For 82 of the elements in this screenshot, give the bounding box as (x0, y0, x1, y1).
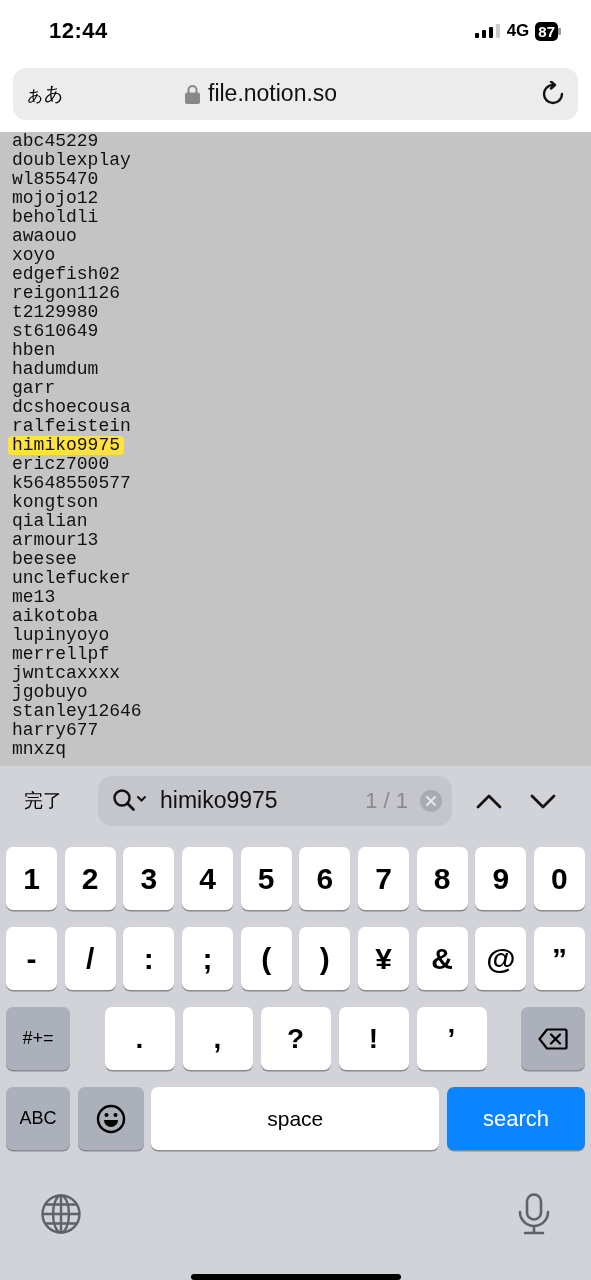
globe-icon[interactable] (40, 1193, 82, 1235)
key[interactable]: ? (260, 1007, 331, 1070)
text-line: armour13 (11, 530, 100, 550)
smiley-icon (95, 1103, 126, 1134)
text-line: edgefish02 (11, 264, 122, 284)
text-line: merrellpf (11, 644, 111, 664)
key[interactable]: 9 (475, 847, 527, 910)
text-line: st610649 (11, 321, 100, 341)
text-line: xoyo (11, 245, 57, 265)
key[interactable]: @ (475, 927, 527, 990)
text-line: ericz7000 (11, 454, 111, 474)
mode-key[interactable]: #+= (6, 1007, 70, 1070)
key[interactable]: ; (181, 927, 234, 990)
battery-level: 87 (535, 21, 558, 41)
text-line: wl855470 (11, 169, 99, 189)
text-line: beholdli (11, 207, 100, 227)
key[interactable]: ’ (416, 1007, 487, 1070)
text-line: stanley12646 (11, 701, 143, 721)
key[interactable]: . (104, 1007, 175, 1070)
text-line: mnxzq (11, 739, 66, 759)
text-line: kongtson (11, 492, 100, 512)
match-count: 1 / 1 (365, 787, 408, 814)
text-line: reigon1126 (11, 283, 122, 303)
text-line: garr (11, 378, 57, 398)
key[interactable]: 0 (533, 847, 585, 910)
key[interactable]: ( (240, 927, 292, 990)
space-key[interactable]: space (151, 1087, 440, 1150)
network-label: 4G (506, 21, 530, 42)
text-line: me13 (11, 587, 57, 607)
text-line: awaouo (11, 226, 78, 246)
key[interactable]: 7 (357, 847, 409, 910)
search-query: himiko9975 (160, 787, 279, 815)
text-line: harry677 (11, 720, 99, 740)
reload-icon[interactable] (540, 80, 566, 107)
text-line: mojojo12 (11, 188, 100, 208)
key[interactable]: 5 (240, 847, 292, 910)
text-line: abc45229 (11, 131, 100, 151)
text-size-button[interactable]: ぁあ (25, 80, 185, 107)
text-line: doublexplay (11, 150, 132, 170)
key[interactable]: 4 (181, 847, 234, 910)
address-bar[interactable]: ぁあ file.notion.so (13, 67, 578, 120)
key[interactable]: / (64, 927, 116, 990)
signal-icon (474, 24, 501, 39)
text-line: jgobuyo (11, 682, 88, 702)
key[interactable]: 8 (416, 847, 468, 910)
clock: 12:44 (49, 18, 108, 45)
key[interactable]: & (416, 927, 468, 990)
key[interactable]: : (123, 927, 175, 990)
key[interactable]: ” (533, 927, 585, 990)
mode-key[interactable]: ABC (6, 1087, 70, 1150)
text-line: unclefucker (11, 568, 132, 588)
find-field[interactable]: himiko9975 1 / 1 (98, 775, 452, 826)
text-line: hadumdum (11, 359, 100, 379)
key[interactable]: 1 (6, 847, 58, 910)
text-line: qialian (11, 511, 88, 531)
url-text: file.notion.so (208, 80, 338, 108)
text-line: hben (11, 340, 57, 360)
text-line: t2129980 (11, 302, 99, 322)
text-line: jwntcaxxxx (11, 663, 122, 683)
delete-icon (538, 1027, 568, 1050)
key[interactable]: - (6, 927, 58, 990)
key[interactable]: 2 (64, 847, 116, 910)
emoji-key[interactable] (77, 1087, 144, 1150)
delete-key[interactable] (521, 1007, 585, 1070)
key[interactable]: , (182, 1007, 253, 1070)
key[interactable]: 3 (123, 847, 175, 910)
battery-tip-icon (558, 27, 561, 35)
microphone-icon[interactable] (517, 1193, 551, 1235)
done-button[interactable]: 完了 (24, 787, 98, 814)
text-line: dcshoecousa (11, 397, 132, 417)
key[interactable]: ! (338, 1007, 409, 1070)
key[interactable]: ¥ (357, 927, 409, 990)
text-line: beesee (11, 549, 78, 569)
text-line: ralfeistein (11, 416, 132, 436)
key[interactable]: ) (299, 927, 351, 990)
text-line: k5648550577 (11, 473, 132, 493)
key[interactable]: 6 (299, 847, 351, 910)
search-key[interactable]: search (447, 1087, 585, 1150)
text-line: lupinyoyo (11, 625, 111, 645)
search-icon[interactable] (112, 787, 148, 814)
lock-icon (185, 83, 200, 104)
text-line: aikotoba (11, 606, 100, 626)
